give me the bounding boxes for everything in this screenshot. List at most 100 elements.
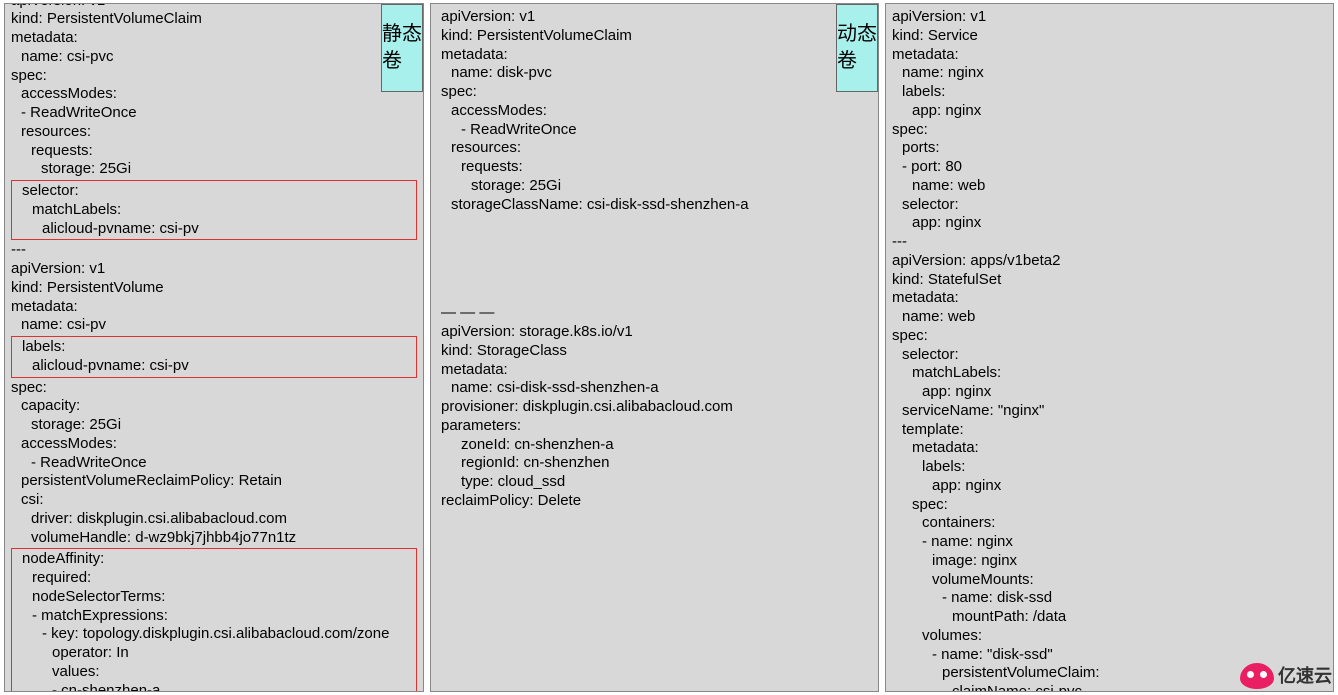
yaml-line: - name: "disk-ssd" [892,646,1327,665]
yaml-line: nodeSelectorTerms: [12,588,416,607]
yaml-line: app: nginx [892,477,1327,496]
yaml-line: capacity: [11,397,417,416]
dynamic-volume-tag: 动态卷 [836,4,878,92]
yaml-line: accessModes: [11,435,417,454]
yaml-line: - name: nginx [892,533,1327,552]
yaml-line: - ReadWriteOnce [11,104,417,123]
yaml-divider: — — — [441,304,872,323]
watermark-text: 亿速云 [1278,665,1332,688]
yaml-line: name: web [892,308,1327,327]
yaml-line: containers: [892,514,1327,533]
yaml-line: values: [12,663,416,682]
yaml-line: metadata: [11,29,417,48]
yaml-line: accessModes: [11,85,417,104]
yaml-line: kind: PersistentVolume [11,279,417,298]
yaml-line: nodeAffinity: [12,550,416,569]
yaml-line: driver: diskplugin.csi.alibabacloud.com [11,510,417,529]
yaml-line: kind: PersistentVolumeClaim [11,10,417,29]
yaml-block: apiVersion: v1 kind: Service metadata: n… [892,8,1327,692]
yaml-line: serviceName: "nginx" [892,402,1327,421]
yaml-line: requests: [11,142,417,161]
yaml-line: app: nginx [892,102,1327,121]
yaml-line: spec: [892,496,1327,515]
yaml-line: reclaimPolicy: Delete [441,492,872,511]
yaml-line: name: csi-pvc [11,48,417,67]
yaml-block: spec: capacity: storage: 25Gi accessMode… [11,379,417,548]
yaml-line: selector: [892,346,1327,365]
yaml-line: template: [892,421,1327,440]
yaml-separator: --- [892,233,1327,252]
highlight-box-labels: labels: alicloud-pvname: csi-pv [11,336,417,378]
yaml-line: apiVersion: v1 [11,260,417,279]
yaml-line: - cn-shenzhen-a [12,682,416,692]
yaml-line: apiVersion: v1 [11,3,417,10]
yaml-line: accessModes: [441,102,872,121]
yaml-line: app: nginx [892,214,1327,233]
yaml-line: name: nginx [892,64,1327,83]
yaml-line: csi: [11,491,417,510]
yaml-line: resources: [11,123,417,142]
yaml-line: volumeHandle: d-wz9bkj7jhbb4jo77n1tz [11,529,417,548]
static-volume-tag: 静态卷 [381,4,423,92]
yaml-line: storage: 25Gi [11,160,417,179]
yaml-line: labels: [892,83,1327,102]
watermark-logo: 亿速云 [1240,663,1332,689]
yaml-line: image: nginx [892,552,1327,571]
yaml-line: metadata: [441,361,872,380]
yaml-block: apiVersion: v1 kind: PersistentVolume me… [11,260,417,335]
yaml-line: labels: [892,458,1327,477]
yaml-line: name: csi-pv [11,316,417,335]
yaml-line: labels: [12,338,416,357]
yaml-line: apiVersion: v1 [441,8,872,27]
yaml-line: volumeMounts: [892,571,1327,590]
yaml-line: selector: [12,182,416,201]
yaml-line: spec: [892,121,1327,140]
yaml-line: metadata: [892,46,1327,65]
yaml-line: storage: 25Gi [11,416,417,435]
yaml-line: name: disk-pvc [441,64,872,83]
highlight-box-nodeaffinity: nodeAffinity: required: nodeSelectorTerm… [11,548,417,692]
yaml-line: spec: [892,327,1327,346]
cloud-logo-icon [1240,663,1274,689]
yaml-block: apiVersion: v1 kind: PersistentVolumeCla… [437,8,872,214]
yaml-line: kind: PersistentVolumeClaim [441,27,872,46]
yaml-line: - ReadWriteOnce [441,121,872,140]
yaml-line: metadata: [441,46,872,65]
yaml-line: type: cloud_ssd [441,473,872,492]
yaml-line: apiVersion: apps/v1beta2 [892,252,1327,271]
yaml-line: storage: 25Gi [441,177,872,196]
yaml-line: - matchExpressions: [12,607,416,626]
yaml-line: provisioner: diskplugin.csi.alibabacloud… [441,398,872,417]
yaml-line: apiVersion: storage.k8s.io/v1 [441,323,872,342]
yaml-line: parameters: [441,417,872,436]
yaml-line: kind: Service [892,27,1327,46]
yaml-line: metadata: [892,439,1327,458]
yaml-line: - ReadWriteOnce [11,454,417,473]
yaml-line: alicloud-pvname: csi-pv [12,220,416,239]
yaml-separator: --- [11,241,417,260]
yaml-line: spec: [11,379,417,398]
yaml-line: kind: StorageClass [441,342,872,361]
yaml-line: - name: disk-ssd [892,589,1327,608]
yaml-line: name: web [892,177,1327,196]
yaml-line: alicloud-pvname: csi-pv [12,357,416,376]
yaml-line: matchLabels: [892,364,1327,383]
service-statefulset-panel: apiVersion: v1 kind: Service metadata: n… [885,3,1334,692]
yaml-line: apiVersion: v1 [892,8,1327,27]
yaml-line: - key: topology.diskplugin.csi.alibabacl… [12,625,416,644]
yaml-line: metadata: [11,298,417,317]
yaml-line: resources: [441,139,872,158]
yaml-line: zoneId: cn-shenzhen-a [441,436,872,455]
yaml-line: metadata: [892,289,1327,308]
yaml-line: spec: [441,83,872,102]
yaml-line: - port: 80 [892,158,1327,177]
yaml-block: apiVersion: v1 kind: PersistentVolumeCla… [11,3,417,179]
yaml-block: — — — apiVersion: storage.k8s.io/v1 kind… [437,304,872,510]
static-volume-panel: 静态卷 apiVersion: v1 kind: PersistentVolum… [4,3,424,692]
yaml-line: app: nginx [892,383,1327,402]
yaml-line: regionId: cn-shenzhen [441,454,872,473]
yaml-line: matchLabels: [12,201,416,220]
yaml-line: ports: [892,139,1327,158]
highlight-box-selector: selector: matchLabels: alicloud-pvname: … [11,180,417,240]
yaml-line: required: [12,569,416,588]
